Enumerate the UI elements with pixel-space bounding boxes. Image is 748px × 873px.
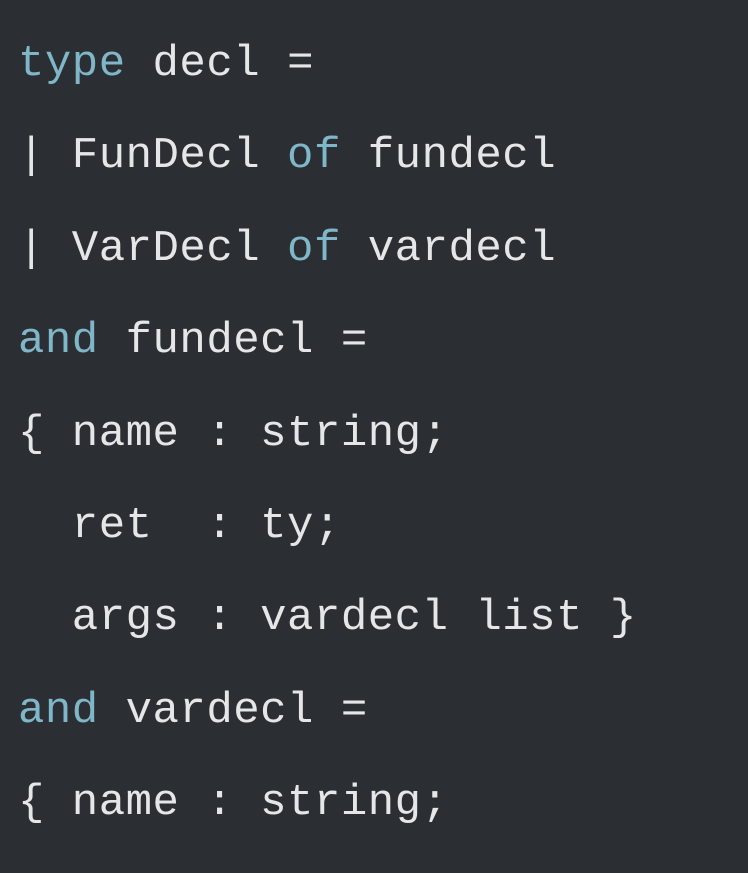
code-line: args : vardecl list } <box>18 593 637 643</box>
constructor: | FunDecl <box>18 131 287 181</box>
keyword-and: and <box>18 316 126 366</box>
constructor: | VarDecl <box>18 224 287 274</box>
code-line: { name : string; <box>18 778 448 828</box>
record-field: { name : string; <box>18 409 448 459</box>
keyword-and: and <box>18 686 126 736</box>
type-ref: fundecl <box>341 131 556 181</box>
type-name: vardecl = <box>126 686 368 736</box>
equals: = <box>287 39 314 89</box>
type-name: decl <box>153 39 288 89</box>
code-block: type decl = | FunDecl of fundecl | VarDe… <box>0 0 748 873</box>
code-line: { name : string; <box>18 409 448 459</box>
code-line: ret : ty; <box>18 501 341 551</box>
record-field: ret : ty; <box>18 501 341 551</box>
code-line: | VarDecl of vardecl <box>18 224 556 274</box>
keyword-of: of <box>287 131 341 181</box>
code-line: and vardecl = <box>18 686 368 736</box>
keyword-type: type <box>18 39 153 89</box>
type-name: fundecl = <box>126 316 368 366</box>
code-line: and fundecl = <box>18 316 368 366</box>
code-line: type decl = <box>18 39 314 89</box>
code-line: | FunDecl of fundecl <box>18 131 556 181</box>
type-ref: vardecl <box>341 224 556 274</box>
record-field: args : vardecl list } <box>18 593 637 643</box>
keyword-of: of <box>287 224 341 274</box>
record-field: { name : string; <box>18 778 448 828</box>
